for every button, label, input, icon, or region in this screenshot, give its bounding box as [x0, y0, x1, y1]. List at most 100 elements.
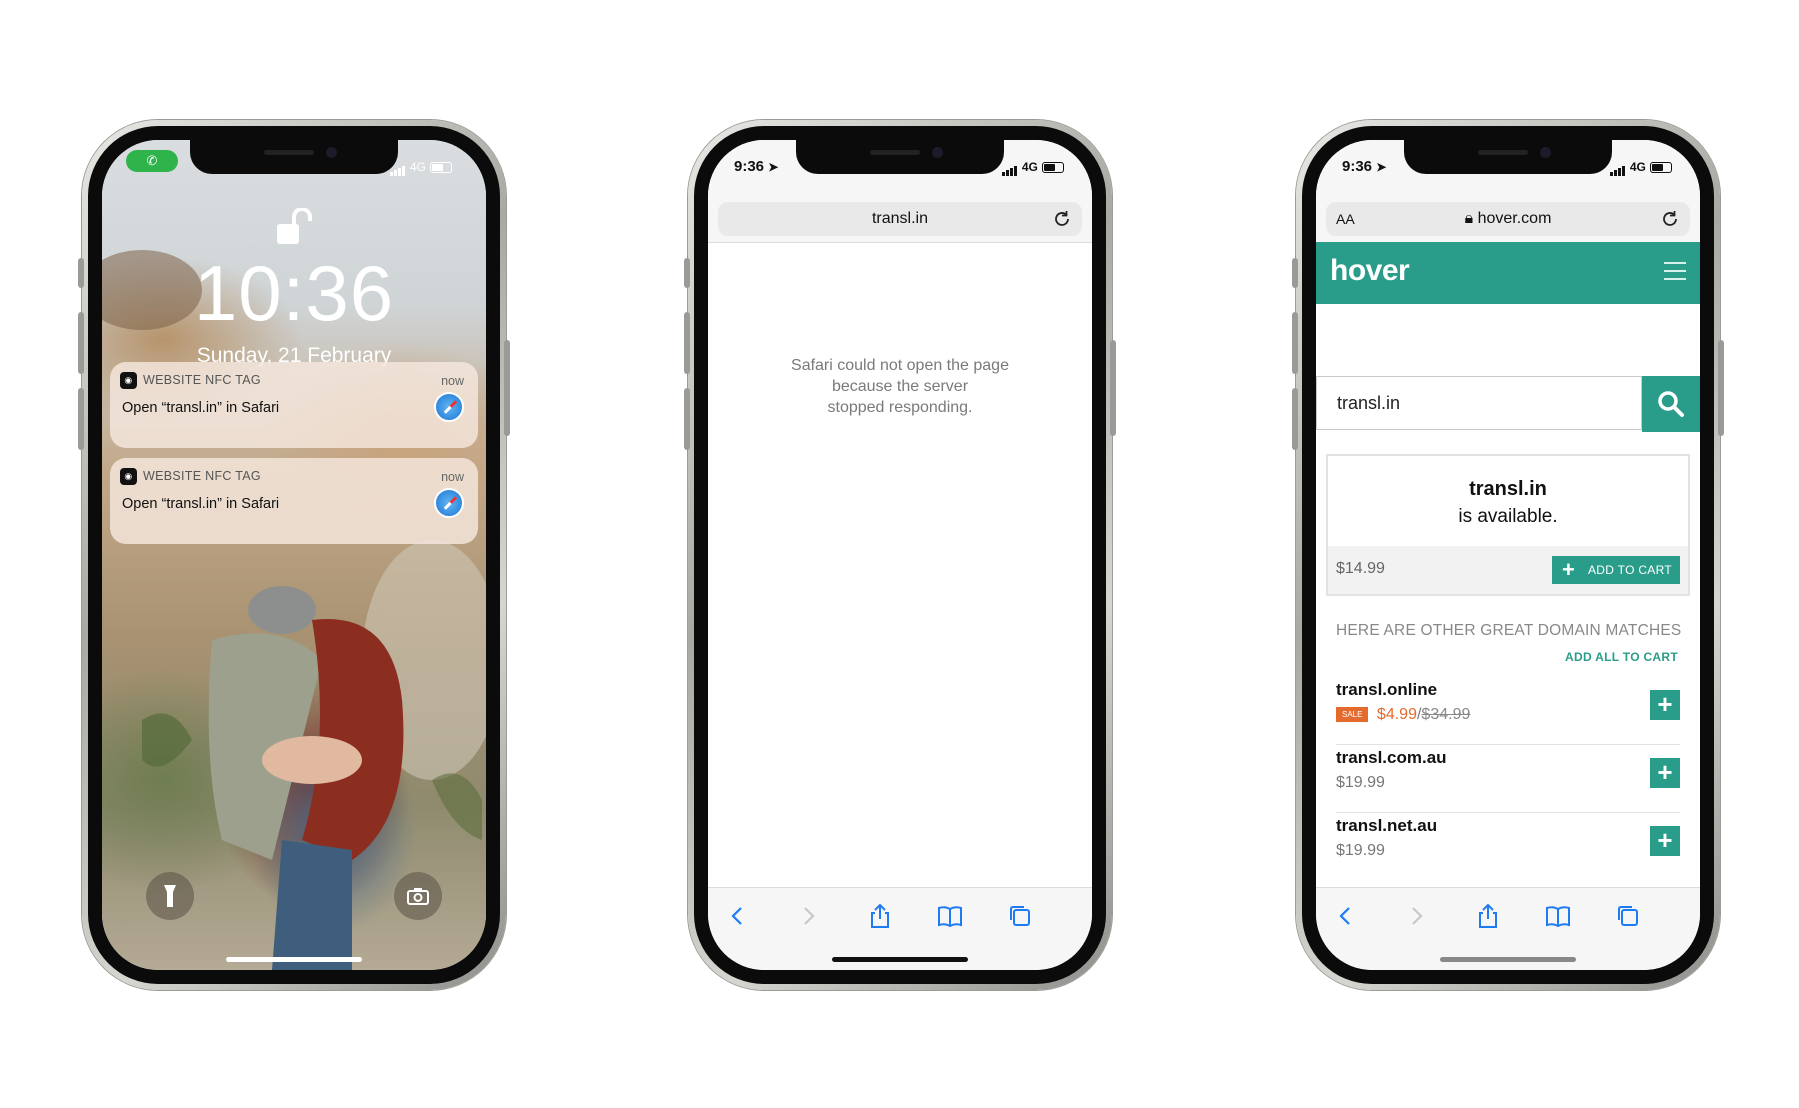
network-label: 4G [1021, 160, 1038, 174]
volume-up-button [1292, 312, 1298, 374]
forward-icon[interactable] [794, 902, 822, 930]
domain-match-row: transl.online SALE $4.99/$34.99 + [1336, 676, 1680, 745]
matches-heading: HERE ARE OTHER GREAT DOMAIN MATCHES [1336, 622, 1682, 639]
match-domain: transl.com.au [1336, 748, 1447, 767]
notification-card[interactable]: ◉ WEBSITE NFC TAG now Open “transl.in” in… [110, 362, 478, 448]
lock-clock: 10:36 [193, 249, 395, 337]
add-to-cart-button[interactable]: + ADD TO CART [1552, 556, 1680, 584]
battery-icon [430, 161, 452, 173]
signal-icon [1001, 159, 1018, 176]
match-price: $19.99 [1336, 774, 1385, 791]
menu-icon[interactable] [1664, 262, 1686, 280]
phone-safari-error: 9:36 ➤ 4G transl.in Safari could not ope… [684, 120, 1116, 990]
hover-screen: 9:36 ➤ 4G AA 🔒︎ hover.com hover transl.i… [1316, 140, 1700, 970]
volume-down-button [684, 388, 690, 450]
notification-card[interactable]: ◉ WEBSITE NFC TAG now Open “transl.in” in… [110, 458, 478, 544]
network-label: 4G [1629, 160, 1646, 174]
lock-icon: 🔒︎ [1464, 210, 1474, 227]
phone-icon: ✆ [146, 153, 158, 168]
status-bar: 4G [389, 158, 452, 180]
url-text: transl.in [871, 210, 929, 227]
home-indicator[interactable] [832, 957, 968, 962]
location-arrow-icon: ➤ [1376, 160, 1387, 174]
home-indicator[interactable] [1440, 957, 1576, 962]
original-price: $34.99 [1421, 706, 1471, 723]
notification-message: Open “transl.in” in Safari [122, 496, 280, 512]
phone-lock-screen: ✆ 4G 10:36 Sunday, 21 February ◉ WEBSITE … [78, 120, 510, 990]
flashlight-icon [164, 885, 176, 907]
address-bar[interactable]: AA 🔒︎ hover.com [1326, 202, 1690, 236]
home-indicator[interactable] [226, 957, 362, 962]
plus-icon: + [1562, 557, 1576, 582]
status-bar: 4G [1001, 158, 1064, 180]
location-arrow-icon: ➤ [768, 160, 779, 174]
bookmarks-icon[interactable] [936, 902, 964, 930]
nfc-app-icon: ◉ [120, 468, 137, 485]
bookmarks-icon[interactable] [1544, 902, 1572, 930]
reload-icon[interactable] [1052, 209, 1072, 229]
match-domain: transl.net.au [1336, 816, 1438, 835]
add-domain-button[interactable]: + [1650, 826, 1680, 856]
reload-icon[interactable] [1660, 209, 1680, 229]
volume-up-button [684, 312, 690, 374]
camera-button[interactable] [394, 872, 442, 920]
camera-icon [407, 888, 429, 905]
status-time: 9:36 ➤ [734, 158, 779, 175]
volume-up-button [78, 312, 84, 374]
add-all-to-cart-link[interactable]: ADD ALL TO CART [1565, 650, 1678, 664]
domain-match-row: transl.net.au $19.99 + [1336, 812, 1680, 880]
forward-icon[interactable] [1402, 902, 1430, 930]
hover-logo[interactable]: hover [1330, 254, 1410, 288]
share-icon[interactable] [1474, 902, 1502, 930]
mute-switch [684, 258, 690, 288]
signal-icon [1609, 159, 1626, 176]
call-in-progress-pill[interactable]: ✆ [126, 150, 178, 172]
match-price: $19.99 [1336, 842, 1385, 859]
phone-hover-site: 9:36 ➤ 4G AA 🔒︎ hover.com hover transl.i… [1292, 120, 1724, 990]
domain-search: transl.in [1316, 376, 1700, 432]
back-icon[interactable] [1332, 902, 1360, 930]
add-domain-button[interactable]: + [1650, 758, 1680, 788]
domain-match-row: transl.com.au $19.99 + [1336, 744, 1680, 813]
address-bar[interactable]: transl.in [718, 202, 1082, 236]
side-button [1110, 340, 1116, 436]
status-time: 9:36 ➤ [1342, 158, 1387, 175]
match-domain: transl.online [1336, 680, 1438, 699]
lock-screen: ✆ 4G 10:36 Sunday, 21 February ◉ WEBSITE … [102, 140, 486, 970]
availability-card: transl.in is available. $14.99 + ADD TO … [1326, 454, 1690, 596]
notification-app-name: WEBSITE NFC TAG [143, 372, 261, 387]
signal-icon [389, 159, 406, 176]
battery-icon [1042, 161, 1064, 173]
site-header: hover [1316, 242, 1700, 304]
mute-switch [78, 258, 84, 288]
search-button[interactable] [1642, 376, 1700, 432]
domain-price: $14.99 [1336, 560, 1385, 577]
volume-down-button [78, 388, 84, 450]
error-message: Safari could not open the page because t… [791, 357, 1009, 416]
nfc-app-icon: ◉ [120, 372, 137, 389]
side-button [504, 340, 510, 436]
tabs-icon[interactable] [1614, 902, 1642, 930]
status-bar: 4G [1609, 158, 1672, 180]
unlocked-padlock-icon [277, 208, 312, 244]
notification-message: Open “transl.in” in Safari [122, 400, 280, 416]
share-icon[interactable] [866, 902, 894, 930]
search-icon [1658, 391, 1684, 417]
domain-search-input[interactable]: transl.in [1316, 376, 1642, 430]
tabs-icon[interactable] [1006, 902, 1034, 930]
available-domain: transl.in [1469, 478, 1547, 500]
notification-app-name: WEBSITE NFC TAG [143, 468, 261, 483]
safari-icon [434, 392, 464, 422]
notification-time: now [441, 470, 464, 484]
side-button [1718, 340, 1724, 436]
safari-screen: 9:36 ➤ 4G transl.in Safari could not ope… [708, 140, 1092, 970]
flashlight-button[interactable] [146, 872, 194, 920]
back-icon[interactable] [724, 902, 752, 930]
url-text: hover.com [1477, 210, 1552, 227]
network-label: 4G [409, 160, 426, 174]
mute-switch [1292, 258, 1298, 288]
battery-icon [1650, 161, 1672, 173]
add-domain-button[interactable]: + [1650, 690, 1680, 720]
sale-badge: SALE [1336, 707, 1369, 723]
sale-price: $4.99 [1376, 706, 1417, 723]
